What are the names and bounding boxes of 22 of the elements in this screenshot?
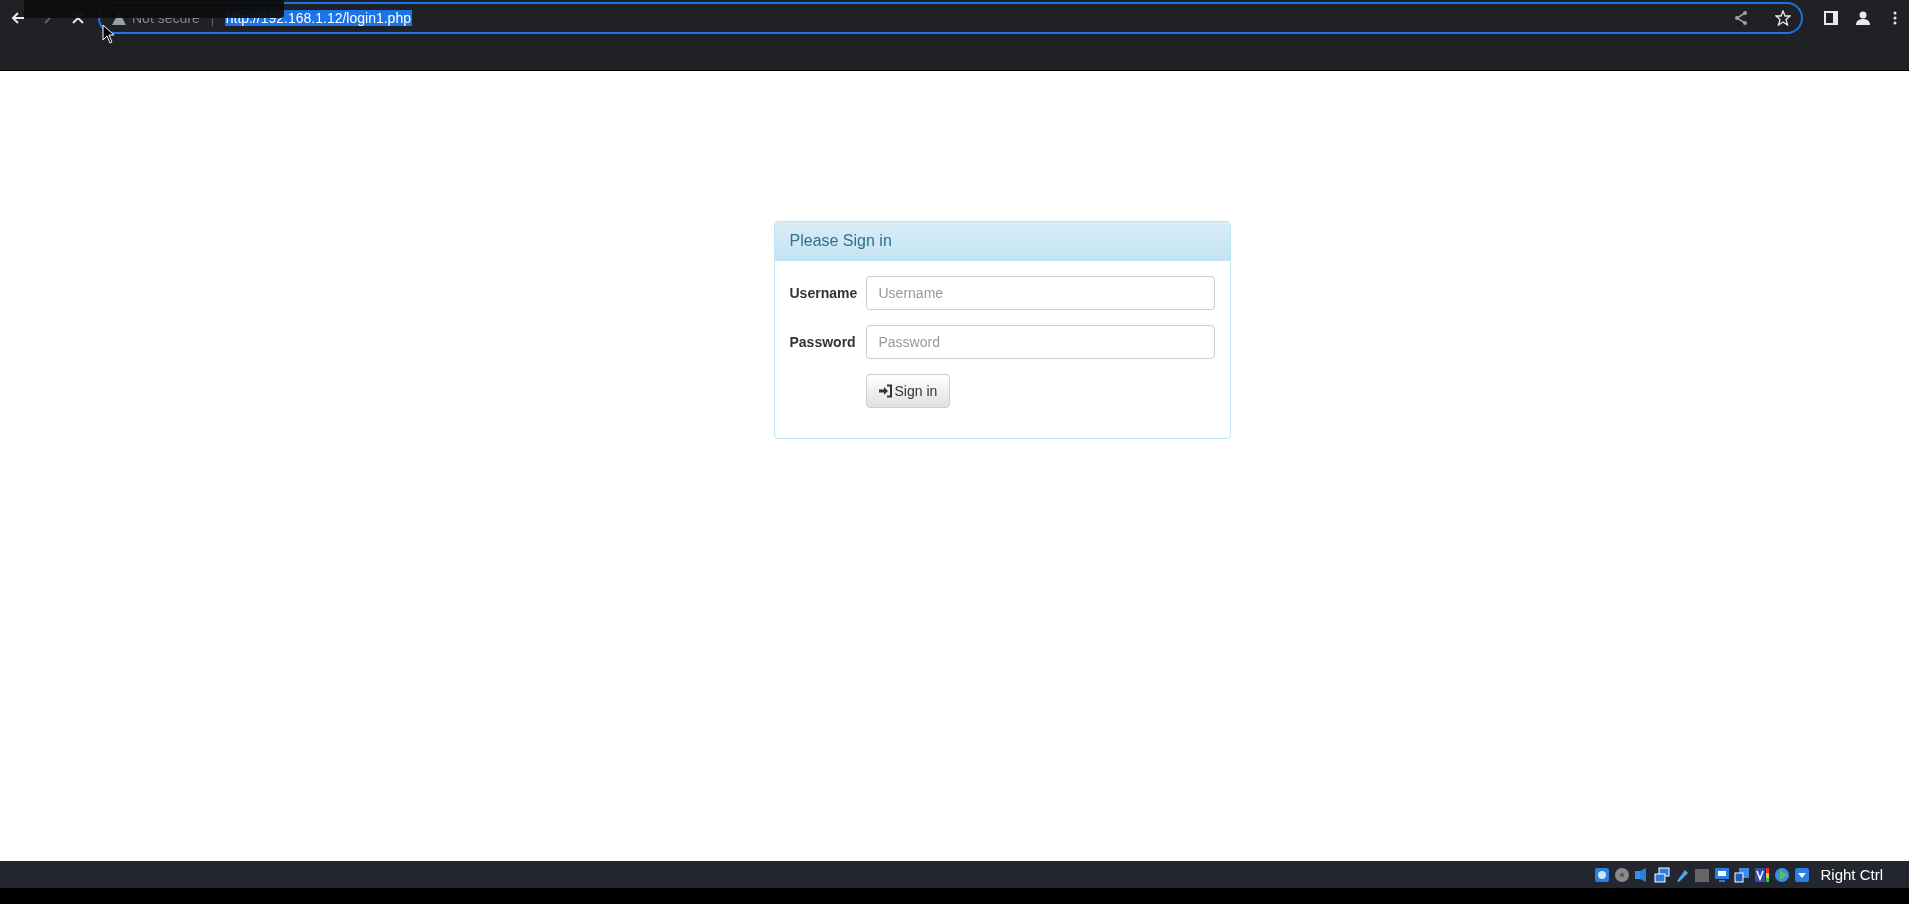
input-field[interactable]: Username — [865, 276, 1215, 310]
field-label: Username — [789, 285, 859, 301]
host-key-label: Right Ctrl — [1820, 866, 1883, 883]
recording-icon[interactable] — [1754, 866, 1771, 883]
side-panel-icon[interactable] — [1823, 10, 1839, 26]
disc-icon[interactable] — [1614, 866, 1631, 883]
share-icon[interactable] — [1733, 10, 1749, 26]
windows-icon[interactable] — [1734, 866, 1751, 883]
field-label: Password — [789, 334, 857, 350]
card-title: Please Sign in — [789, 232, 892, 250]
display-icon[interactable] — [1714, 866, 1731, 883]
sign-in-icon — [878, 384, 893, 398]
security-label[interactable]: Not secure — [132, 10, 200, 26]
sign-in-button[interactable]: Sign in — [865, 374, 951, 408]
star-icon[interactable] — [1775, 10, 1791, 26]
input-field[interactable]: Password — [865, 325, 1215, 359]
back-icon[interactable] — [10, 10, 26, 26]
globe-icon[interactable] — [1774, 866, 1791, 883]
download-icon[interactable] — [1794, 866, 1811, 883]
network-icon[interactable] — [1654, 866, 1671, 883]
profile-icon[interactable] — [1855, 10, 1871, 26]
mouse-pointer-icon — [102, 24, 114, 44]
